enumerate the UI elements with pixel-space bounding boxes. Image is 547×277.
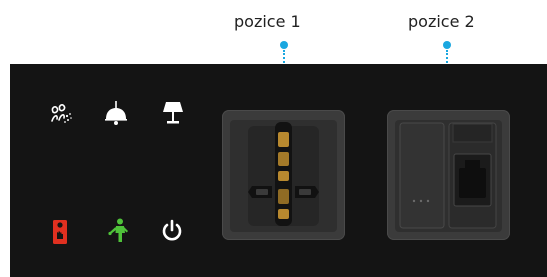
position-2-pointer-dot (443, 41, 451, 49)
position-2-label: pozice 2 (408, 12, 475, 31)
power-icon[interactable] (161, 219, 183, 243)
ceiling-lamp-icon[interactable] (103, 100, 129, 126)
table-lamp-icon[interactable] (161, 100, 185, 126)
switch-and-data-jack (399, 122, 497, 229)
socket-module[interactable] (222, 110, 345, 240)
do-not-disturb-icon[interactable] (52, 219, 68, 245)
scent-icon[interactable] (48, 102, 74, 126)
universal-socket-outlet (248, 122, 319, 226)
switch-data-module[interactable] (387, 110, 510, 240)
position-1-pointer-dot (280, 41, 288, 49)
position-1-label: pozice 1 (234, 12, 301, 31)
service-person-icon[interactable] (107, 218, 129, 244)
